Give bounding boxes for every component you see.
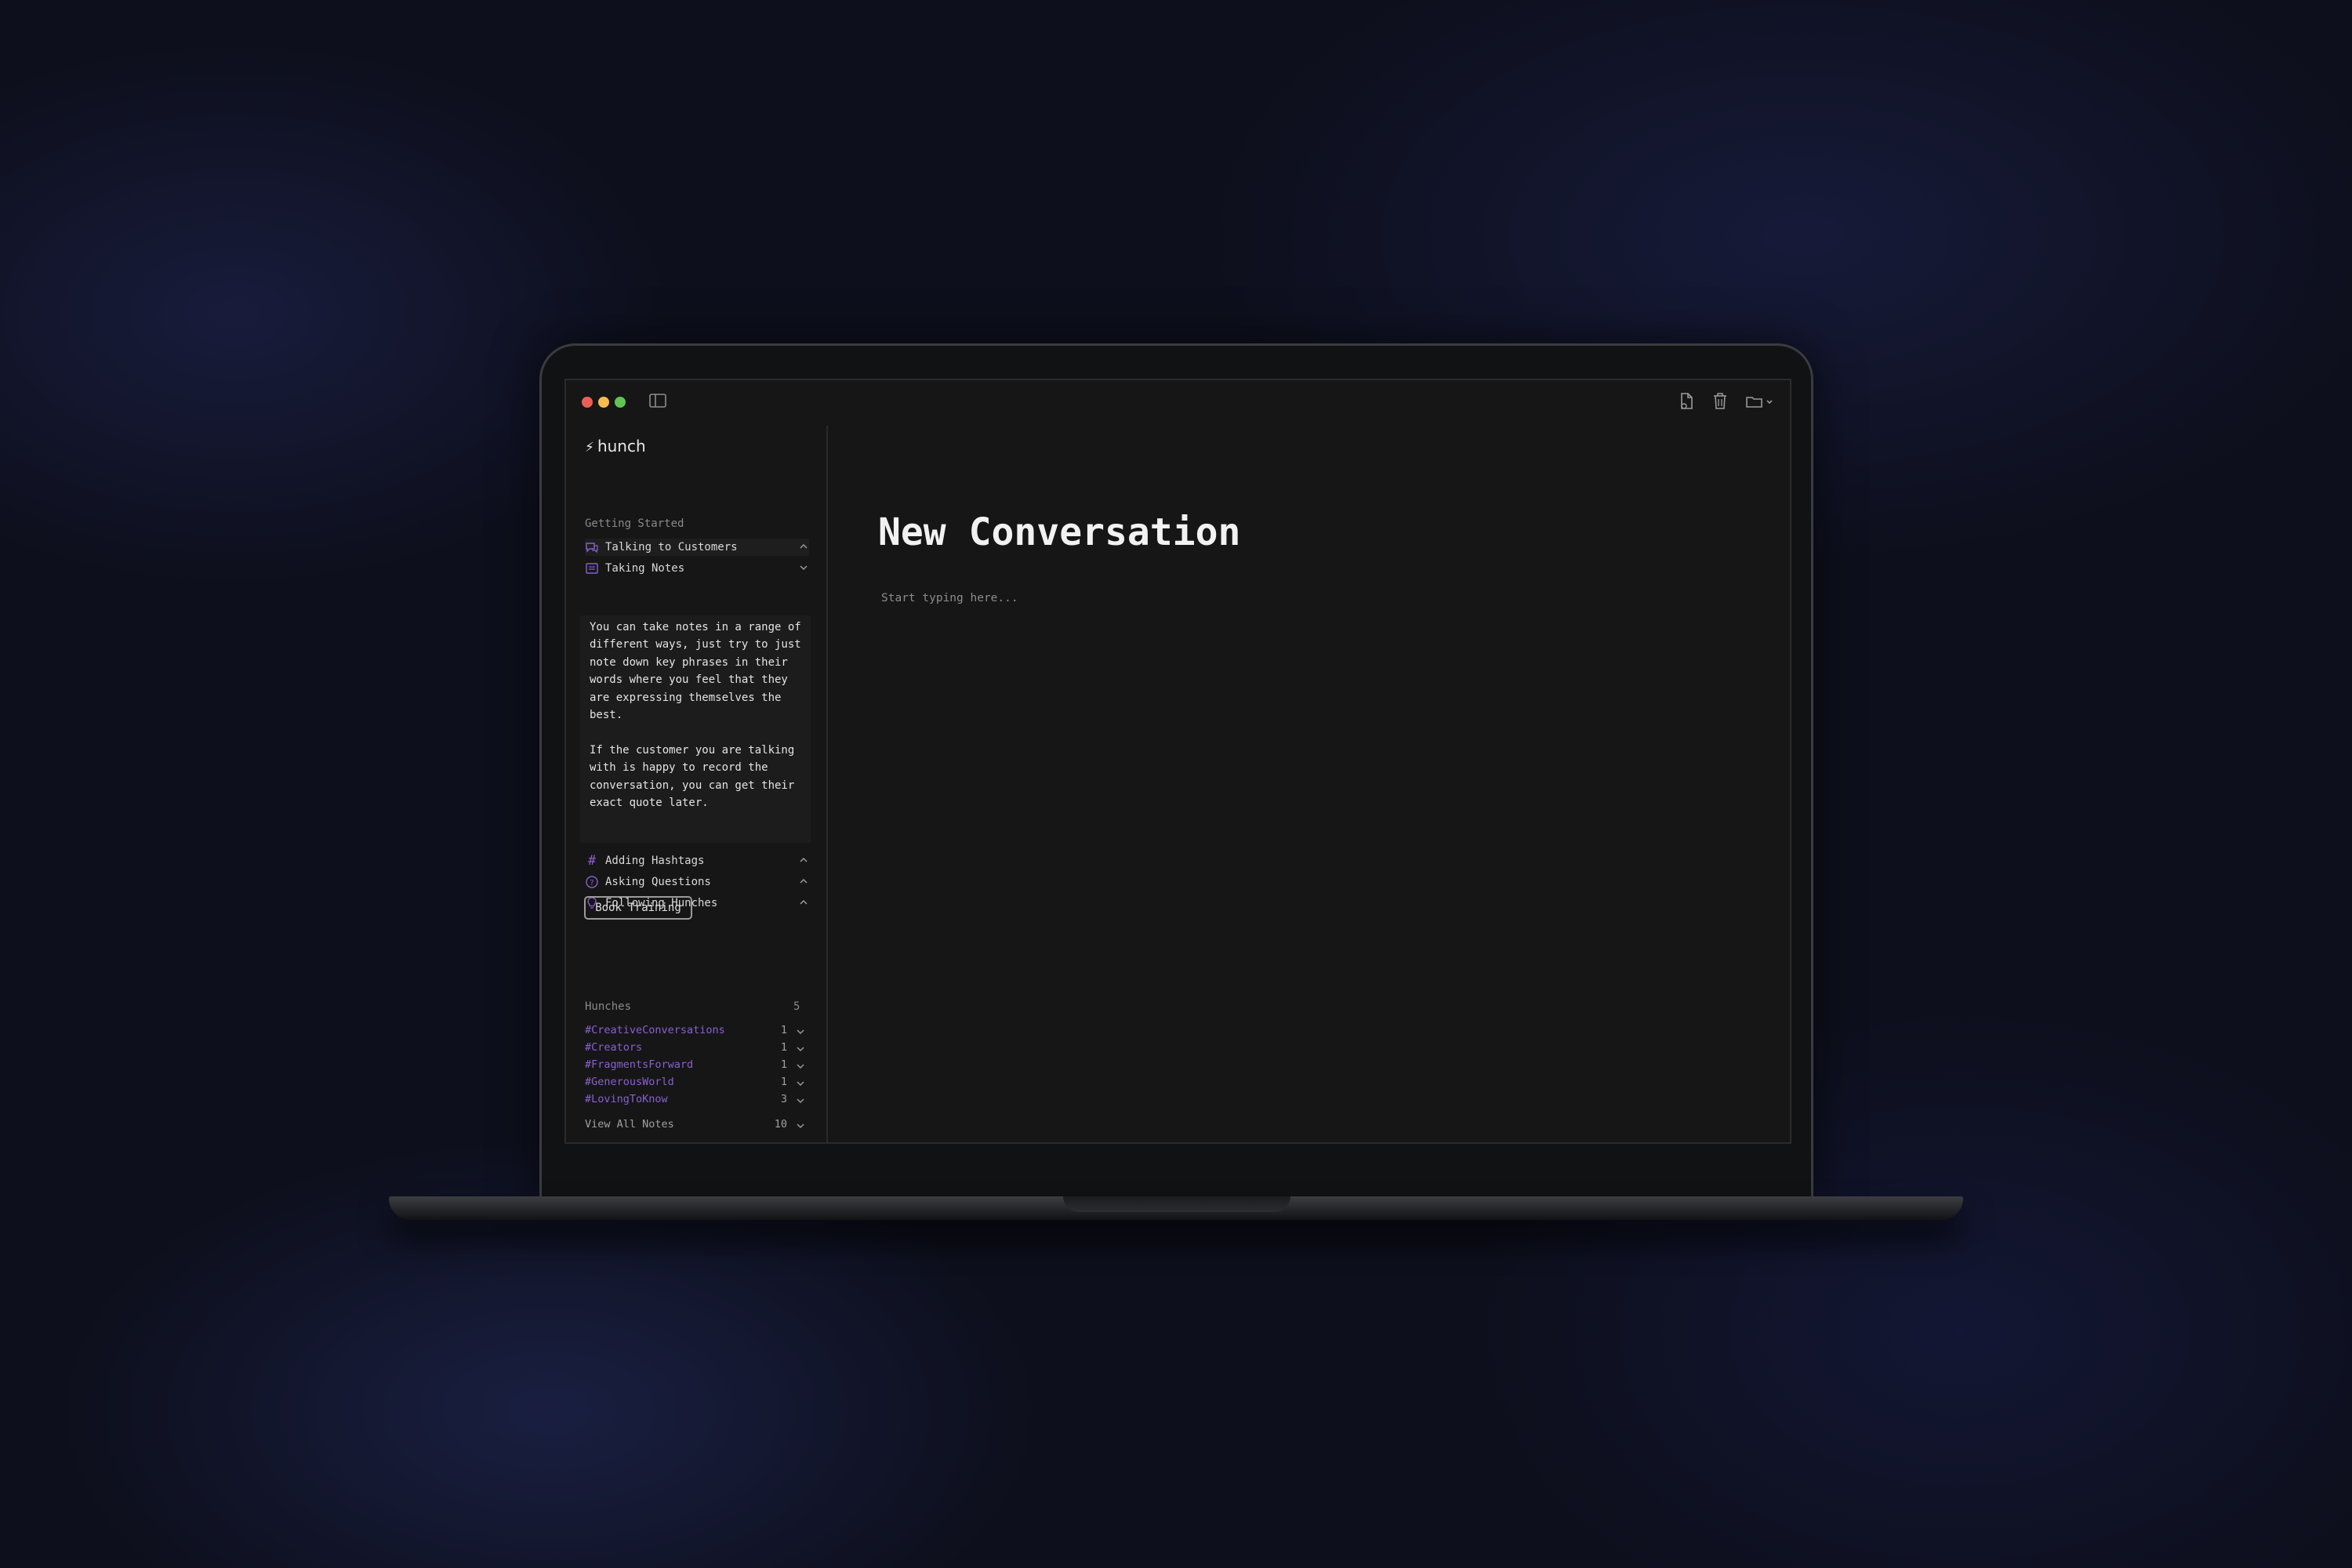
sidebar-item-adding-hashtags[interactable]: # Adding Hashtags [585,852,809,869]
chevron-up-icon[interactable] [798,897,809,908]
getting-started-heading: Getting Started [585,517,684,530]
hunch-row[interactable]: #LovingToKnow 3 [585,1093,806,1109]
chevron-down-icon[interactable] [795,1120,806,1131]
export-document-icon[interactable] [1678,391,1695,412]
taking-notes-content: You can take notes in a range of differe… [580,615,811,843]
chevron-down-icon[interactable] [795,1078,806,1089]
sidebar: ⚡︎ hunch Getting Started Talking to Custo… [566,426,828,1142]
app-window: ⚡︎ hunch Getting Started Talking to Custo… [564,379,1791,1144]
hunch-row[interactable]: #Creators 1 [585,1041,806,1057]
app-logo: ⚡︎ hunch [585,437,646,456]
view-all-notes[interactable]: View All Notes 10 [585,1118,806,1134]
chevron-down-icon[interactable] [798,562,809,573]
chevron-down-icon[interactable] [795,1095,806,1106]
folder-menu-icon[interactable] [1744,391,1779,412]
sidebar-toggle-icon[interactable] [649,394,666,408]
chevron-down-icon[interactable] [795,1026,806,1037]
sidebar-item-asking-questions[interactable]: ? Asking Questions [585,873,809,891]
chevron-down-icon[interactable] [795,1061,806,1072]
book-training-button[interactable]: Book Training [584,896,692,920]
chevron-down-icon[interactable] [795,1044,806,1054]
titlebar [566,380,1790,426]
sidebar-item-taking-notes[interactable]: Taking Notes [585,560,809,577]
minimize-window-button[interactable] [598,397,609,408]
close-window-button[interactable] [582,397,593,408]
svg-text:?: ? [590,879,593,887]
hunches-heading: Hunches [585,1000,632,1013]
notebook-icon [585,561,599,575]
question-circle-icon: ? [585,875,599,889]
hunches-total-count: 5 [793,1000,800,1013]
sidebar-item-talking-to-customers[interactable]: Talking to Customers [585,539,809,556]
bolt-icon: ⚡︎ [585,440,594,456]
hunch-row[interactable]: #GenerousWorld 1 [585,1076,806,1091]
chevron-up-icon[interactable] [798,876,809,887]
editor-placeholder[interactable]: Start typing here... [881,592,1018,604]
hunch-row[interactable]: #CreativeConversations 1 [585,1024,806,1040]
hunch-row[interactable]: #FragmentsForward 1 [585,1058,806,1074]
hashtag-icon: # [587,853,597,869]
chevron-up-icon[interactable] [798,855,809,866]
chevron-up-icon[interactable] [798,541,809,552]
chat-bubbles-icon [585,540,599,554]
editor-area[interactable]: New Conversation Start typing here... [828,426,1790,1142]
trash-icon[interactable] [1711,391,1729,412]
page-title[interactable]: New Conversation [878,510,1240,554]
laptop-notch [1063,1196,1290,1212]
maximize-window-button[interactable] [615,397,626,408]
